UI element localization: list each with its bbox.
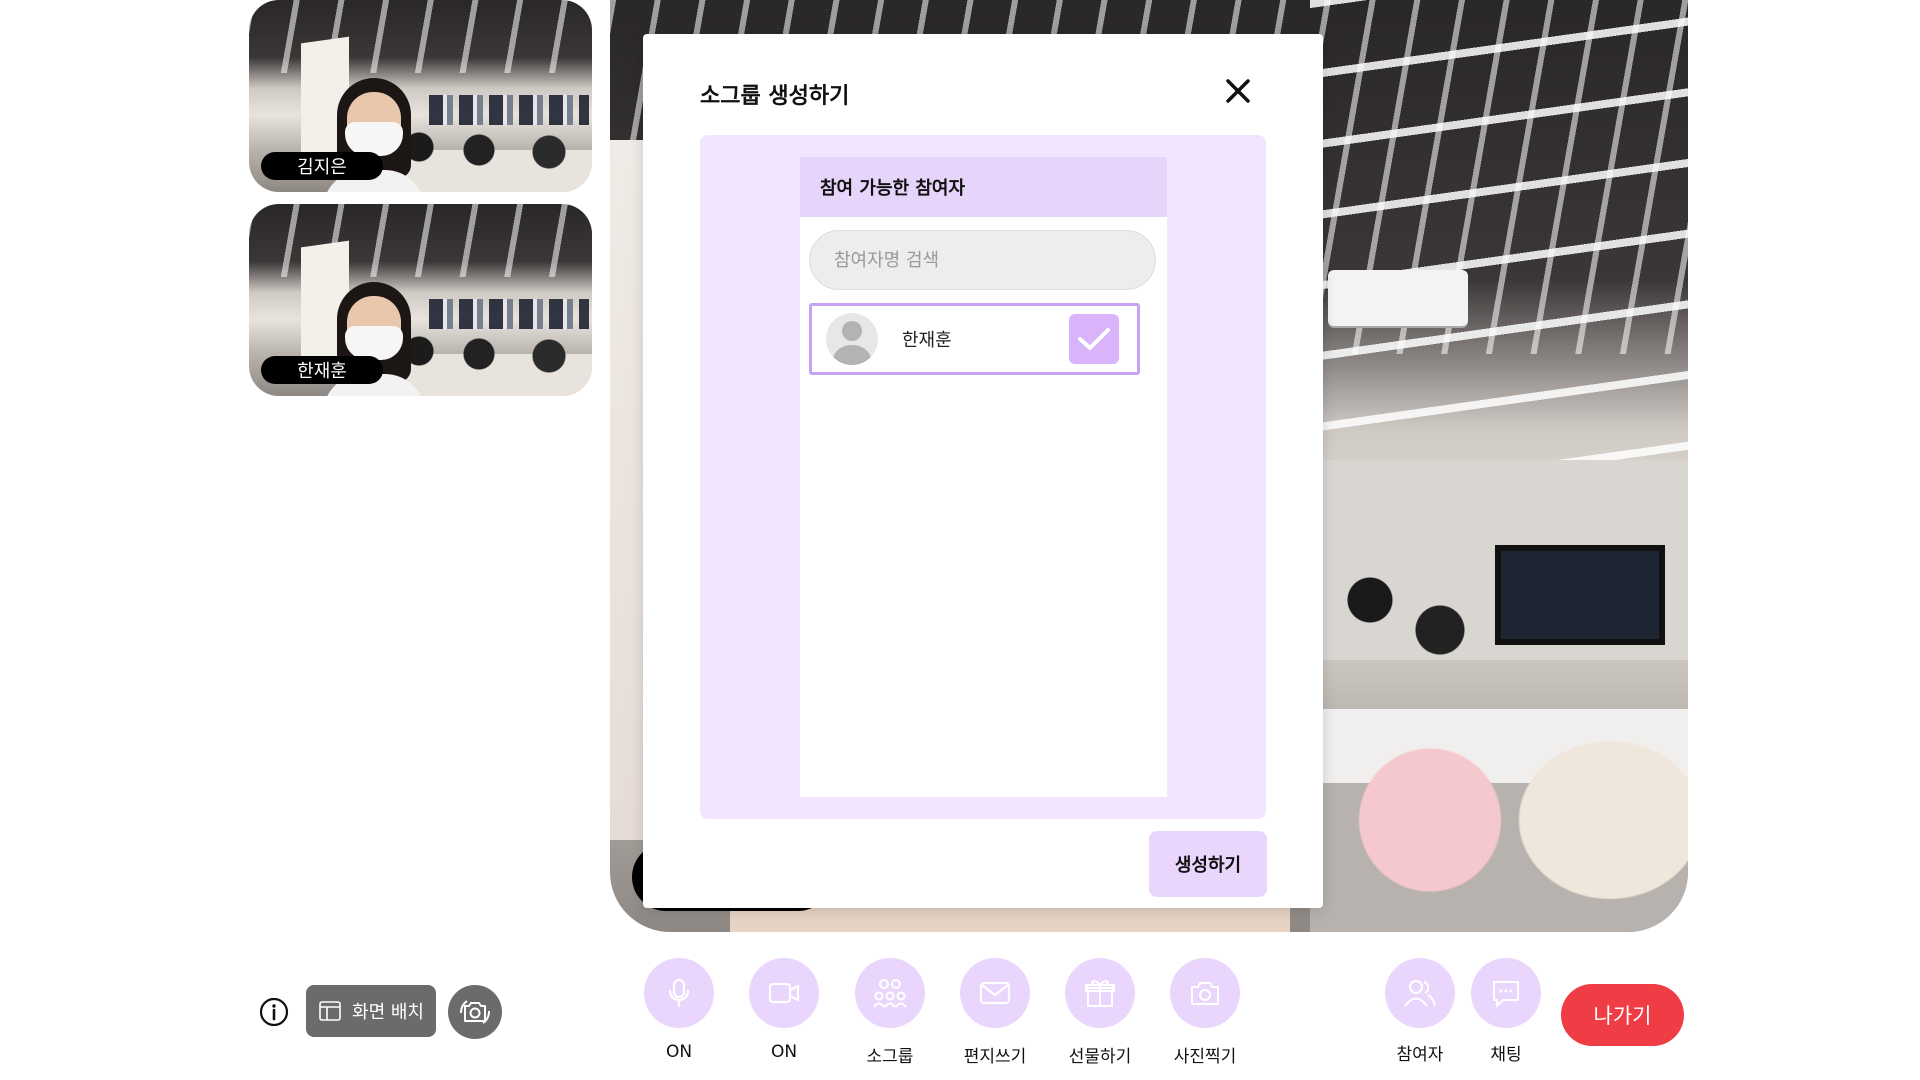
group-icon — [855, 958, 925, 1028]
send-gift-button[interactable]: 선물하기 — [1060, 958, 1140, 1067]
take-photo-button[interactable]: 사진찍기 — [1165, 958, 1245, 1067]
send-gift-label: 선물하기 — [1068, 1047, 1132, 1067]
mic-icon — [644, 958, 714, 1028]
gift-icon — [1065, 958, 1135, 1028]
write-letter-label: 편지쓰기 — [963, 1047, 1027, 1067]
take-photo-label: 사진찍기 — [1173, 1047, 1237, 1067]
close-icon[interactable] — [1221, 74, 1255, 108]
video-background — [1328, 270, 1468, 326]
camera-switch-icon — [460, 1000, 490, 1024]
chat-button[interactable]: 채팅 — [1466, 958, 1546, 1065]
video-background — [429, 95, 589, 125]
people-icon — [1385, 958, 1455, 1028]
avatar — [826, 313, 878, 365]
leave-button[interactable]: 나가기 — [1561, 984, 1684, 1046]
participants-button[interactable]: 참여자 — [1380, 958, 1460, 1065]
video-background — [389, 326, 592, 396]
subgroup-button[interactable]: 소그룹 — [850, 958, 930, 1067]
participant-name-tag: 김지은 — [261, 152, 383, 180]
modal-title: 소그룹 생성하기 — [700, 84, 850, 109]
layout-icon — [319, 1001, 341, 1021]
camera-label: ON — [770, 1042, 798, 1062]
check-icon — [1078, 328, 1110, 350]
create-subgroup-button[interactable]: 생성하기 — [1149, 831, 1267, 897]
chat-icon — [1471, 958, 1541, 1028]
create-subgroup-modal: 소그룹 생성하기 참여 가능한 참여자 한재훈 생성하기 — [643, 34, 1323, 908]
chat-label: 채팅 — [1490, 1045, 1522, 1065]
subgroup-label: 소그룹 — [866, 1047, 914, 1067]
screen-layout-label: 화면 배치 — [352, 1002, 424, 1023]
write-letter-button[interactable]: 편지쓰기 — [955, 958, 1035, 1067]
screen-layout-button[interactable]: 화면 배치 — [306, 985, 436, 1037]
list-header: 참여 가능한 참여자 — [800, 157, 1167, 217]
participant-video-tile[interactable]: 한재훈 — [249, 204, 592, 396]
participant-video-tile[interactable]: 김지은 — [249, 0, 592, 192]
info-icon[interactable] — [258, 996, 290, 1028]
participant-list-item[interactable]: 한재훈 — [809, 303, 1140, 375]
camera-icon — [1170, 958, 1240, 1028]
participant-name: 한재훈 — [902, 330, 952, 351]
video-background — [429, 299, 589, 329]
mail-icon — [960, 958, 1030, 1028]
available-participants-list: 참여 가능한 참여자 한재훈 — [800, 157, 1167, 797]
mic-label: ON — [665, 1042, 693, 1062]
participant-search-input[interactable] — [809, 230, 1156, 290]
mic-toggle-button[interactable]: ON — [639, 958, 719, 1062]
participant-panel: 참여 가능한 참여자 한재훈 — [700, 135, 1266, 819]
participants-label: 참여자 — [1396, 1045, 1444, 1065]
video-background — [1310, 0, 1688, 460]
camera-switch-button[interactable] — [448, 985, 502, 1039]
video-background — [389, 122, 592, 192]
camera-toggle-button[interactable]: ON — [744, 958, 824, 1062]
participant-name-tag: 한재훈 — [261, 356, 383, 384]
video-camera-icon — [749, 958, 819, 1028]
video-background — [1495, 545, 1665, 645]
participant-checkbox[interactable] — [1069, 314, 1119, 364]
